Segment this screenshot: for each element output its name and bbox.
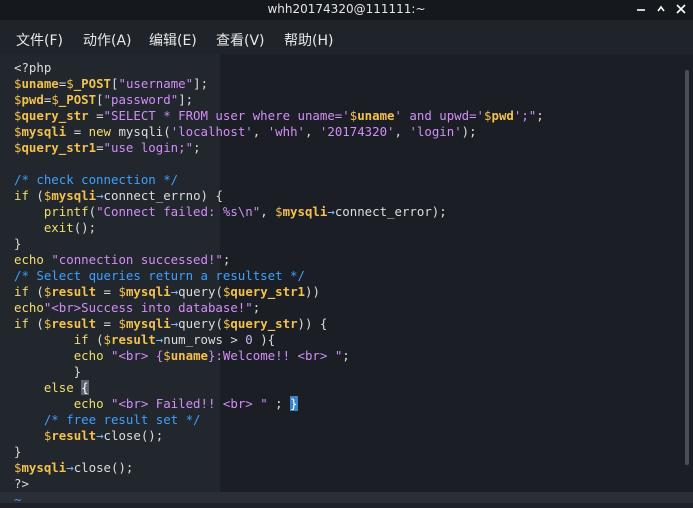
menu-help[interactable]: 帮助(H): [284, 30, 333, 50]
code-line: if ($mysqli→connect_errno) {: [14, 188, 223, 203]
code-line: $uname=$_POST["username"];: [14, 76, 209, 91]
code-editor[interactable]: <?php $uname=$_POST["username"]; $pwd=$_PO…: [14, 60, 684, 508]
code-line: exit();: [43, 220, 97, 235]
code-line: if ($result = $mysqli→query($query_str))…: [14, 316, 328, 331]
code-line: }: [14, 444, 22, 459]
maximize-icon[interactable]: [656, 4, 666, 14]
code-line: }: [14, 364, 82, 379]
code-line: echo "<br> {$uname}:Welcome!! <br> ";: [73, 348, 350, 363]
minimize-icon[interactable]: [636, 4, 646, 14]
code-line: <?php: [14, 60, 52, 75]
code-line: $mysqli = new mysqli('localhost', 'whh',…: [14, 124, 477, 139]
code-line: $pwd=$_POST["password"];: [14, 92, 194, 107]
code-line: ?>: [14, 476, 29, 491]
code-line: }: [14, 236, 22, 251]
code-line: $query_str1="use login;";: [14, 140, 201, 155]
code-line: echo "<br> Failed!! <br> " ; }: [73, 396, 298, 411]
code-line: else {: [43, 380, 89, 395]
code-line: /* free result set */: [14, 412, 201, 427]
menu-view[interactable]: 查看(V): [216, 30, 265, 50]
menu-file[interactable]: 文件(F): [16, 30, 63, 50]
code-line: if ($result = $mysqli→query($query_str1)…: [14, 284, 320, 299]
code-line: $result→close();: [43, 428, 164, 443]
code-line: /* check connection */: [14, 172, 179, 187]
window-title: whh20174320@111111:~: [267, 2, 426, 16]
code-line: $mysqli→close();: [14, 460, 134, 475]
code-line: $query_str ="SELECT * FROM user where un…: [14, 108, 544, 123]
title-bar: whh20174320@111111:~: [0, 0, 693, 20]
vertical-scrollbar[interactable]: [685, 70, 689, 465]
code-line: echo"<br>Success into database!";: [14, 300, 261, 315]
code-line: /* Select queries return a resultset */: [14, 268, 305, 283]
code-line: echo "connection successed!";: [14, 252, 231, 267]
close-icon[interactable]: [676, 4, 686, 14]
code-line: if ($result→num_rows > 0 ){: [73, 332, 276, 347]
menu-edit[interactable]: 编辑(E): [149, 30, 197, 50]
code-line: ~: [14, 492, 22, 507]
scrollbar-thumb[interactable]: [685, 70, 689, 465]
menu-bar: 文件(F) 动作(A) 编辑(E) 查看(V) 帮助(H): [0, 20, 693, 54]
code-line: printf("Connect failed: %s\n", $mysqli→c…: [43, 204, 447, 219]
menu-action[interactable]: 动作(A): [83, 30, 132, 50]
